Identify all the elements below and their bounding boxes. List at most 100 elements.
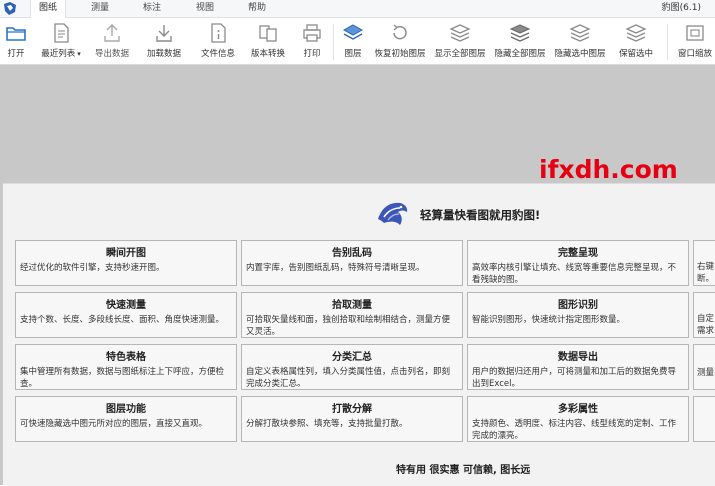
window-title: 豹图(6.1) — [661, 3, 701, 13]
convert-icon — [259, 25, 277, 42]
ribbon-toolbar: 打开 最近列表 ▾ 导出数据 加载数据 文件信息 版本转换 打印 图层 恢复初始… — [0, 18, 715, 65]
restore-initial-layers-button[interactable]: 恢复初始图层 — [372, 20, 428, 62]
tab-measure[interactable]: 测量 — [83, 0, 117, 17]
feature-title: 图形识别 — [558, 300, 598, 311]
version-convert-button[interactable]: 版本转换 — [246, 20, 290, 62]
feature-desc: 智能识别图形，快速统计指定图形数量。 — [472, 315, 626, 325]
feature-card: 拾取测量 可拾取矢量线和面，独创拾取和绘制相结合，测量方便又灵活。 — [241, 292, 463, 338]
window-zoom-label: 窗口缩放 — [677, 49, 712, 59]
feature-desc: 右键断。 — [697, 262, 715, 284]
feature-title: 数据导出 — [558, 352, 598, 363]
export-data-label: 导出数据 — [94, 49, 129, 59]
feature-card: 图层功能 可快速隐藏选中图元所对应的图层，直接又直观。 — [15, 396, 237, 442]
ribbon-separator — [667, 24, 668, 60]
feature-card: 完整呈现 高效率内核引擎让填充、线宽等重要信息完整呈现，不看残缺的图。 — [467, 240, 689, 286]
feature-card: 快速测量 支持个数、长度、多段线长度、面积、角度快速测量。 — [15, 292, 237, 338]
feature-card: 打散分解 分解打散块参照、填充等，支持批量打散。 — [241, 396, 463, 442]
watermark-text: ifxdh.com — [539, 155, 678, 184]
feature-desc: 可拾取矢量线和面，独创拾取和绘制相结合，测量方便又灵活。 — [246, 315, 451, 337]
tab-view[interactable]: 视图 — [188, 0, 222, 17]
feature-card: 测量 — [693, 344, 715, 390]
feature-title: 特色表格 — [106, 352, 146, 363]
recent-list-text: 最近列表 — [41, 49, 76, 59]
feature-card: 分类汇总 自定义表格属性列，填入分类属性值，点击列名，即刻完成分类汇总。 — [241, 344, 463, 390]
footer-tagline: 特有用 很实惠 可信赖, 图长远 — [396, 465, 531, 476]
print-button[interactable]: 打印 — [298, 20, 326, 62]
file-info-button[interactable]: 文件信息 — [196, 20, 240, 62]
feature-card: 告别乱码 内置字库，告别图纸乱码，特殊符号清晰呈现。 — [241, 240, 463, 286]
layers-icon — [342, 24, 364, 40]
layers-stack-icon — [509, 24, 531, 42]
load-data-label: 加载数据 — [146, 49, 181, 59]
feature-desc: 自定义表格属性列，填入分类属性值，点击列名，即刻完成分类汇总。 — [246, 367, 451, 389]
app-logo-icon[interactable] — [3, 2, 17, 15]
version-convert-label: 版本转换 — [250, 49, 285, 59]
printer-icon — [303, 24, 321, 42]
feature-desc: 支持个数、长度、多段线长度、面积、角度快速测量。 — [20, 315, 225, 325]
slogan-text: 轻算量快看图就用豹图! — [420, 208, 541, 222]
feature-desc: 高效率内核引擎让填充、线宽等重要信息完整呈现，不看残缺的图。 — [472, 263, 677, 285]
feature-desc: 自定需求 — [697, 314, 715, 336]
download-icon — [156, 25, 172, 42]
feature-desc: 用户的数据归还用户，可将测量和加工后的数据免费导出到Excel。 — [472, 367, 677, 389]
keep-selected-label: 保留选中 — [618, 49, 653, 59]
feature-desc: 内置字库，告别图纸乱码，特殊符号清晰呈现。 — [246, 263, 425, 273]
tab-help[interactable]: 帮助 — [240, 0, 274, 17]
feature-desc: 集中管理所有数据，数据与图纸标注上下呼应，方便检查。 — [20, 367, 225, 389]
load-data-button[interactable]: 加载数据 — [142, 20, 186, 62]
tab-drawing[interactable]: 图纸 — [30, 0, 66, 18]
hide-selected-layers-label: 隐藏选中图层 — [554, 49, 606, 59]
feature-desc: 经过优化的软件引擎，支持秒速开图。 — [20, 263, 165, 273]
layers-stack-icon — [625, 24, 647, 42]
file-info-label: 文件信息 — [200, 49, 235, 59]
feature-title: 打散分解 — [332, 404, 372, 415]
feature-title: 分类汇总 — [332, 352, 372, 363]
hide-selected-layers-button[interactable]: 隐藏选中图层 — [552, 20, 608, 62]
file-info-icon — [211, 23, 226, 43]
layers-stack-icon — [569, 24, 591, 42]
hide-all-layers-button[interactable]: 隐藏全部图层 — [492, 20, 548, 62]
feature-card: 多彩属性 支持颜色、透明度、标注内容、线型线宽的定制、工作完成的漂亮。 — [467, 396, 689, 442]
export-data-button[interactable]: 导出数据 — [90, 20, 134, 62]
layers-stack-icon — [449, 24, 471, 42]
open-button[interactable]: 打开 — [2, 20, 30, 62]
chevron-down-icon: ▾ — [77, 50, 81, 58]
feature-title: 多彩属性 — [558, 404, 598, 415]
feature-title: 告别乱码 — [332, 248, 372, 259]
feature-desc: 可快速隐藏选中图元所对应的图层，直接又直观。 — [20, 419, 208, 429]
feature-desc: 支持颜色、透明度、标注内容、线型线宽的定制、工作完成的漂亮。 — [472, 419, 677, 441]
restore-initial-layers-label: 恢复初始图层 — [374, 49, 426, 59]
show-all-layers-label: 显示全部图层 — [434, 49, 486, 59]
feature-desc: 分解打散块参照、填充等，支持批量打散。 — [246, 419, 408, 429]
feature-card — [693, 396, 715, 442]
feature-title: 快速测量 — [106, 300, 146, 311]
upload-icon — [104, 24, 120, 42]
feature-card: 数据导出 用户的数据归还用户，可将测量和加工后的数据免费导出到Excel。 — [467, 344, 689, 390]
feature-title: 瞬间开图 — [106, 248, 146, 259]
show-all-layers-button[interactable]: 显示全部图层 — [432, 20, 488, 62]
ribbon-tab-bar: 图纸 测量 标注 视图 帮助 豹图(6.1) — [0, 0, 715, 18]
feature-card: 特色表格 集中管理所有数据，数据与图纸标注上下呼应，方便检查。 — [15, 344, 237, 390]
layers-label: 图层 — [344, 49, 362, 59]
hide-all-layers-label: 隐藏全部图层 — [494, 49, 546, 59]
window-zoom-icon — [686, 25, 704, 41]
keep-selected-button[interactable]: 保留选中 — [614, 20, 658, 62]
feature-card: 右键断。 — [693, 240, 715, 286]
folder-open-icon — [6, 27, 26, 41]
feature-card: 瞬间开图 经过优化的软件引擎，支持秒速开图。 — [15, 240, 237, 286]
tab-annotate[interactable]: 标注 — [135, 0, 169, 17]
feature-card: 自定需求 — [693, 292, 715, 338]
feature-title: 图层功能 — [106, 404, 146, 415]
feature-card: 图形识别 智能识别图形，快速统计指定图形数量。 — [467, 292, 689, 338]
recent-list-button[interactable]: 最近列表 ▾ — [36, 20, 86, 62]
panther-logo-icon — [378, 202, 408, 225]
print-label: 打印 — [303, 49, 321, 59]
feature-title: 拾取测量 — [332, 300, 372, 311]
feature-desc: 测量 — [697, 368, 715, 378]
layers-button[interactable]: 图层 — [338, 20, 368, 62]
ribbon-separator — [333, 24, 334, 60]
open-label: 打开 — [7, 49, 25, 59]
recent-list-label: 最近列表 ▾ — [36, 47, 86, 59]
window-zoom-button[interactable]: 窗口缩放 — [675, 20, 715, 62]
restore-icon — [393, 24, 407, 40]
